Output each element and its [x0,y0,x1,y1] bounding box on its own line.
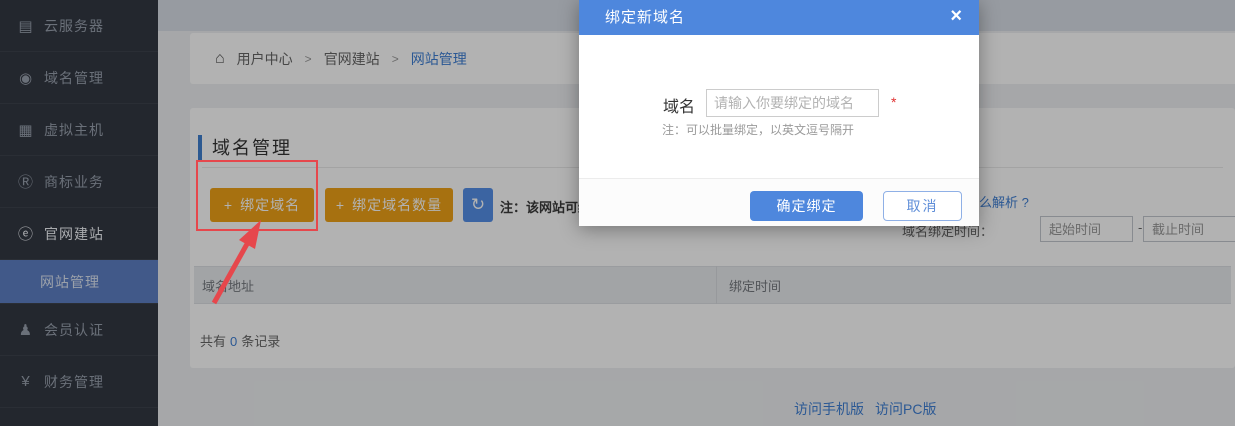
required-asterisk: * [891,94,896,110]
domain-input[interactable] [706,89,879,117]
cancel-button[interactable]: 取消 [883,191,962,221]
bind-new-domain-dialog: 绑定新域名 × 域名 * 注：可以批量绑定，以英文逗号隔开 确定绑定 取消 [579,0,979,226]
confirm-bind-button[interactable]: 确定绑定 [750,191,863,221]
dialog-footer: 确定绑定 取消 [579,178,979,226]
batch-bind-hint: 注：可以批量绑定，以英文逗号隔开 [662,121,854,138]
dialog-title: 绑定新域名 [605,9,685,26]
domain-field-label: 域名 [663,93,695,117]
annotation-highlight-box [196,160,318,231]
close-icon[interactable]: × [950,0,963,33]
dialog-header: 绑定新域名 × [579,0,979,35]
